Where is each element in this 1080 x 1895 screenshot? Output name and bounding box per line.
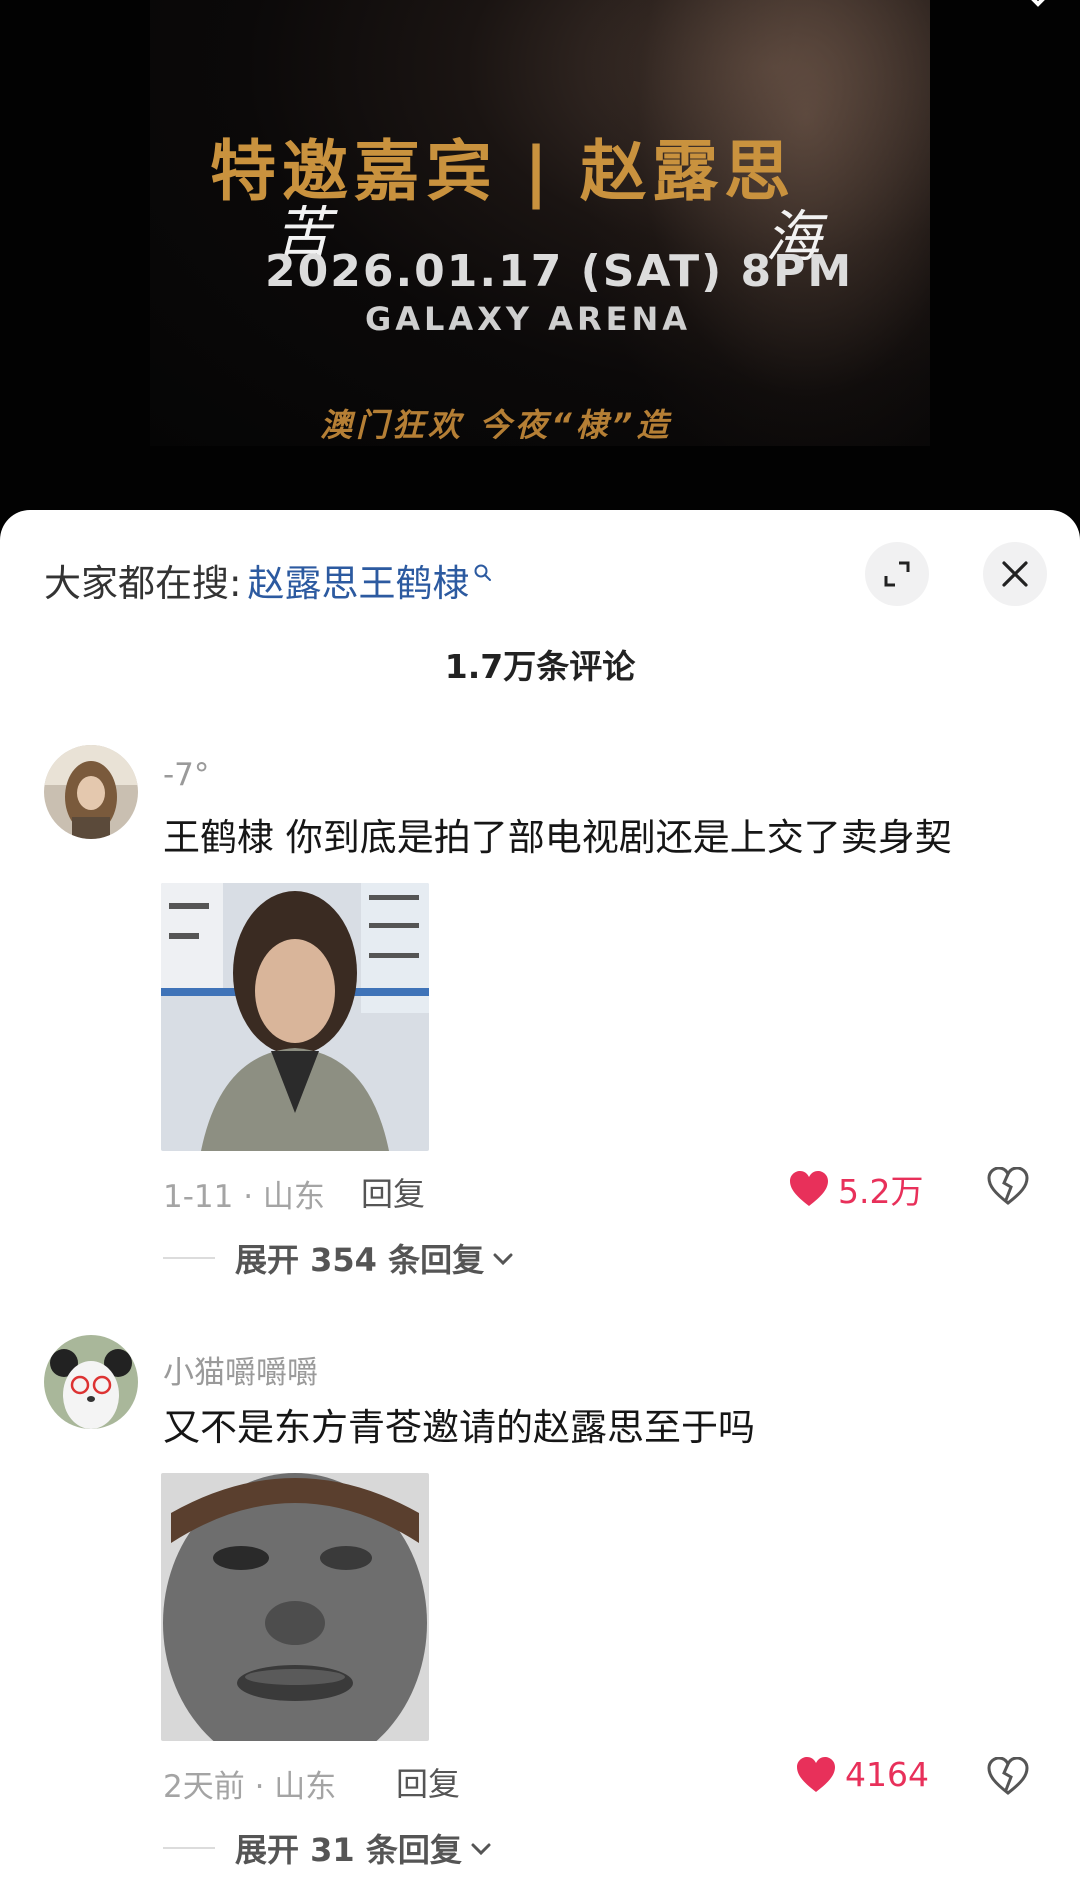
trending-search-link[interactable]: 赵露思王鹤棣 xyxy=(247,553,469,607)
comment-image[interactable] xyxy=(161,1473,429,1741)
like-button[interactable]: 4164 xyxy=(795,1755,929,1794)
reply-button[interactable]: 回复 xyxy=(396,1759,460,1805)
close-icon xyxy=(1002,561,1028,587)
heart-icon xyxy=(790,1171,828,1206)
comment-time-location: 1-11 · 山东 xyxy=(163,1179,325,1215)
meme-image xyxy=(161,1473,429,1741)
like-button[interactable]: 5.2万 xyxy=(788,1165,923,1213)
avatar[interactable] xyxy=(44,1335,138,1429)
like-count: 5.2万 xyxy=(838,1172,924,1211)
event-poster: 特邀嘉宾 | 赵露思 苦 海 2026.01.17 (SAT) 8PM GALAXY… xyxy=(150,0,930,446)
broken-heart-icon[interactable] xyxy=(987,1757,1029,1795)
chevron-icon[interactable] xyxy=(1022,0,1052,12)
divider xyxy=(163,1847,215,1849)
comment-image[interactable] xyxy=(161,883,429,1151)
poster-date: 2026.01.17 (SAT) 8PM xyxy=(265,246,854,297)
comment-text: 王鹤棣 你到底是拍了部电视剧还是上交了卖身契 xyxy=(163,816,952,859)
avatar-image xyxy=(44,745,138,839)
search-icon xyxy=(474,564,492,581)
poster-title-right: 赵露思 xyxy=(580,133,797,210)
poster-slogan: 澳门狂欢 今夜“棣”造 xyxy=(320,406,673,444)
chevron-down-icon xyxy=(493,1253,513,1266)
expand-replies-label: 展开 354 条回复 xyxy=(235,1241,485,1279)
trending-search[interactable]: 大家都在搜: 赵露思王鹤棣 xyxy=(44,550,493,610)
expand-icon xyxy=(884,561,910,587)
comment-count: 1.7万条评论 xyxy=(444,647,636,686)
expand-replies-label: 展开 31 条回复 xyxy=(235,1831,462,1869)
comment-username[interactable]: 小猫嚼嚼嚼 xyxy=(163,1347,318,1392)
comment-text: 又不是东方青苍邀请的赵露思至于吗 xyxy=(163,1406,755,1449)
comment-meta: 1-11 · 山东 回复 5.2万 xyxy=(163,1165,1043,1215)
expand-button[interactable] xyxy=(865,542,929,606)
poster-title-left: 特邀嘉宾 xyxy=(210,133,498,210)
avatar[interactable] xyxy=(44,745,138,839)
trending-search-prefix: 大家都在搜: xyxy=(44,562,242,605)
expand-replies-button[interactable]: 展开 354 条回复 xyxy=(163,1235,514,1281)
avatar-image xyxy=(44,1335,138,1429)
expand-replies-button[interactable]: 展开 31 条回复 xyxy=(163,1825,492,1871)
comment-sheet: 大家都在搜: 赵露思王鹤棣 1.7万条评论 -7° 王鹤棣 你到底是拍了部电视剧… xyxy=(0,510,1080,1895)
divider xyxy=(163,1257,215,1259)
heart-icon xyxy=(797,1756,835,1792)
close-button[interactable] xyxy=(983,542,1047,606)
comment-username[interactable]: -7° xyxy=(163,757,209,793)
comment-meta: 2天前 · 山东 回复 4164 xyxy=(163,1755,1043,1805)
poster-background-portrait xyxy=(590,0,930,446)
broken-heart-icon[interactable] xyxy=(987,1167,1029,1205)
poster-venue: GALAXY ARENA xyxy=(365,300,691,338)
like-count: 4164 xyxy=(845,1755,929,1794)
video-player[interactable]: 特邀嘉宾 | 赵露思 苦 海 2026.01.17 (SAT) 8PM GALAXY… xyxy=(0,0,1080,520)
comment-time-location: 2天前 · 山东 xyxy=(163,1769,337,1805)
photo-image xyxy=(161,883,429,1151)
poster-title-separator: | xyxy=(524,133,555,210)
reply-button[interactable]: 回复 xyxy=(361,1169,425,1215)
chevron-down-icon xyxy=(471,1843,491,1856)
